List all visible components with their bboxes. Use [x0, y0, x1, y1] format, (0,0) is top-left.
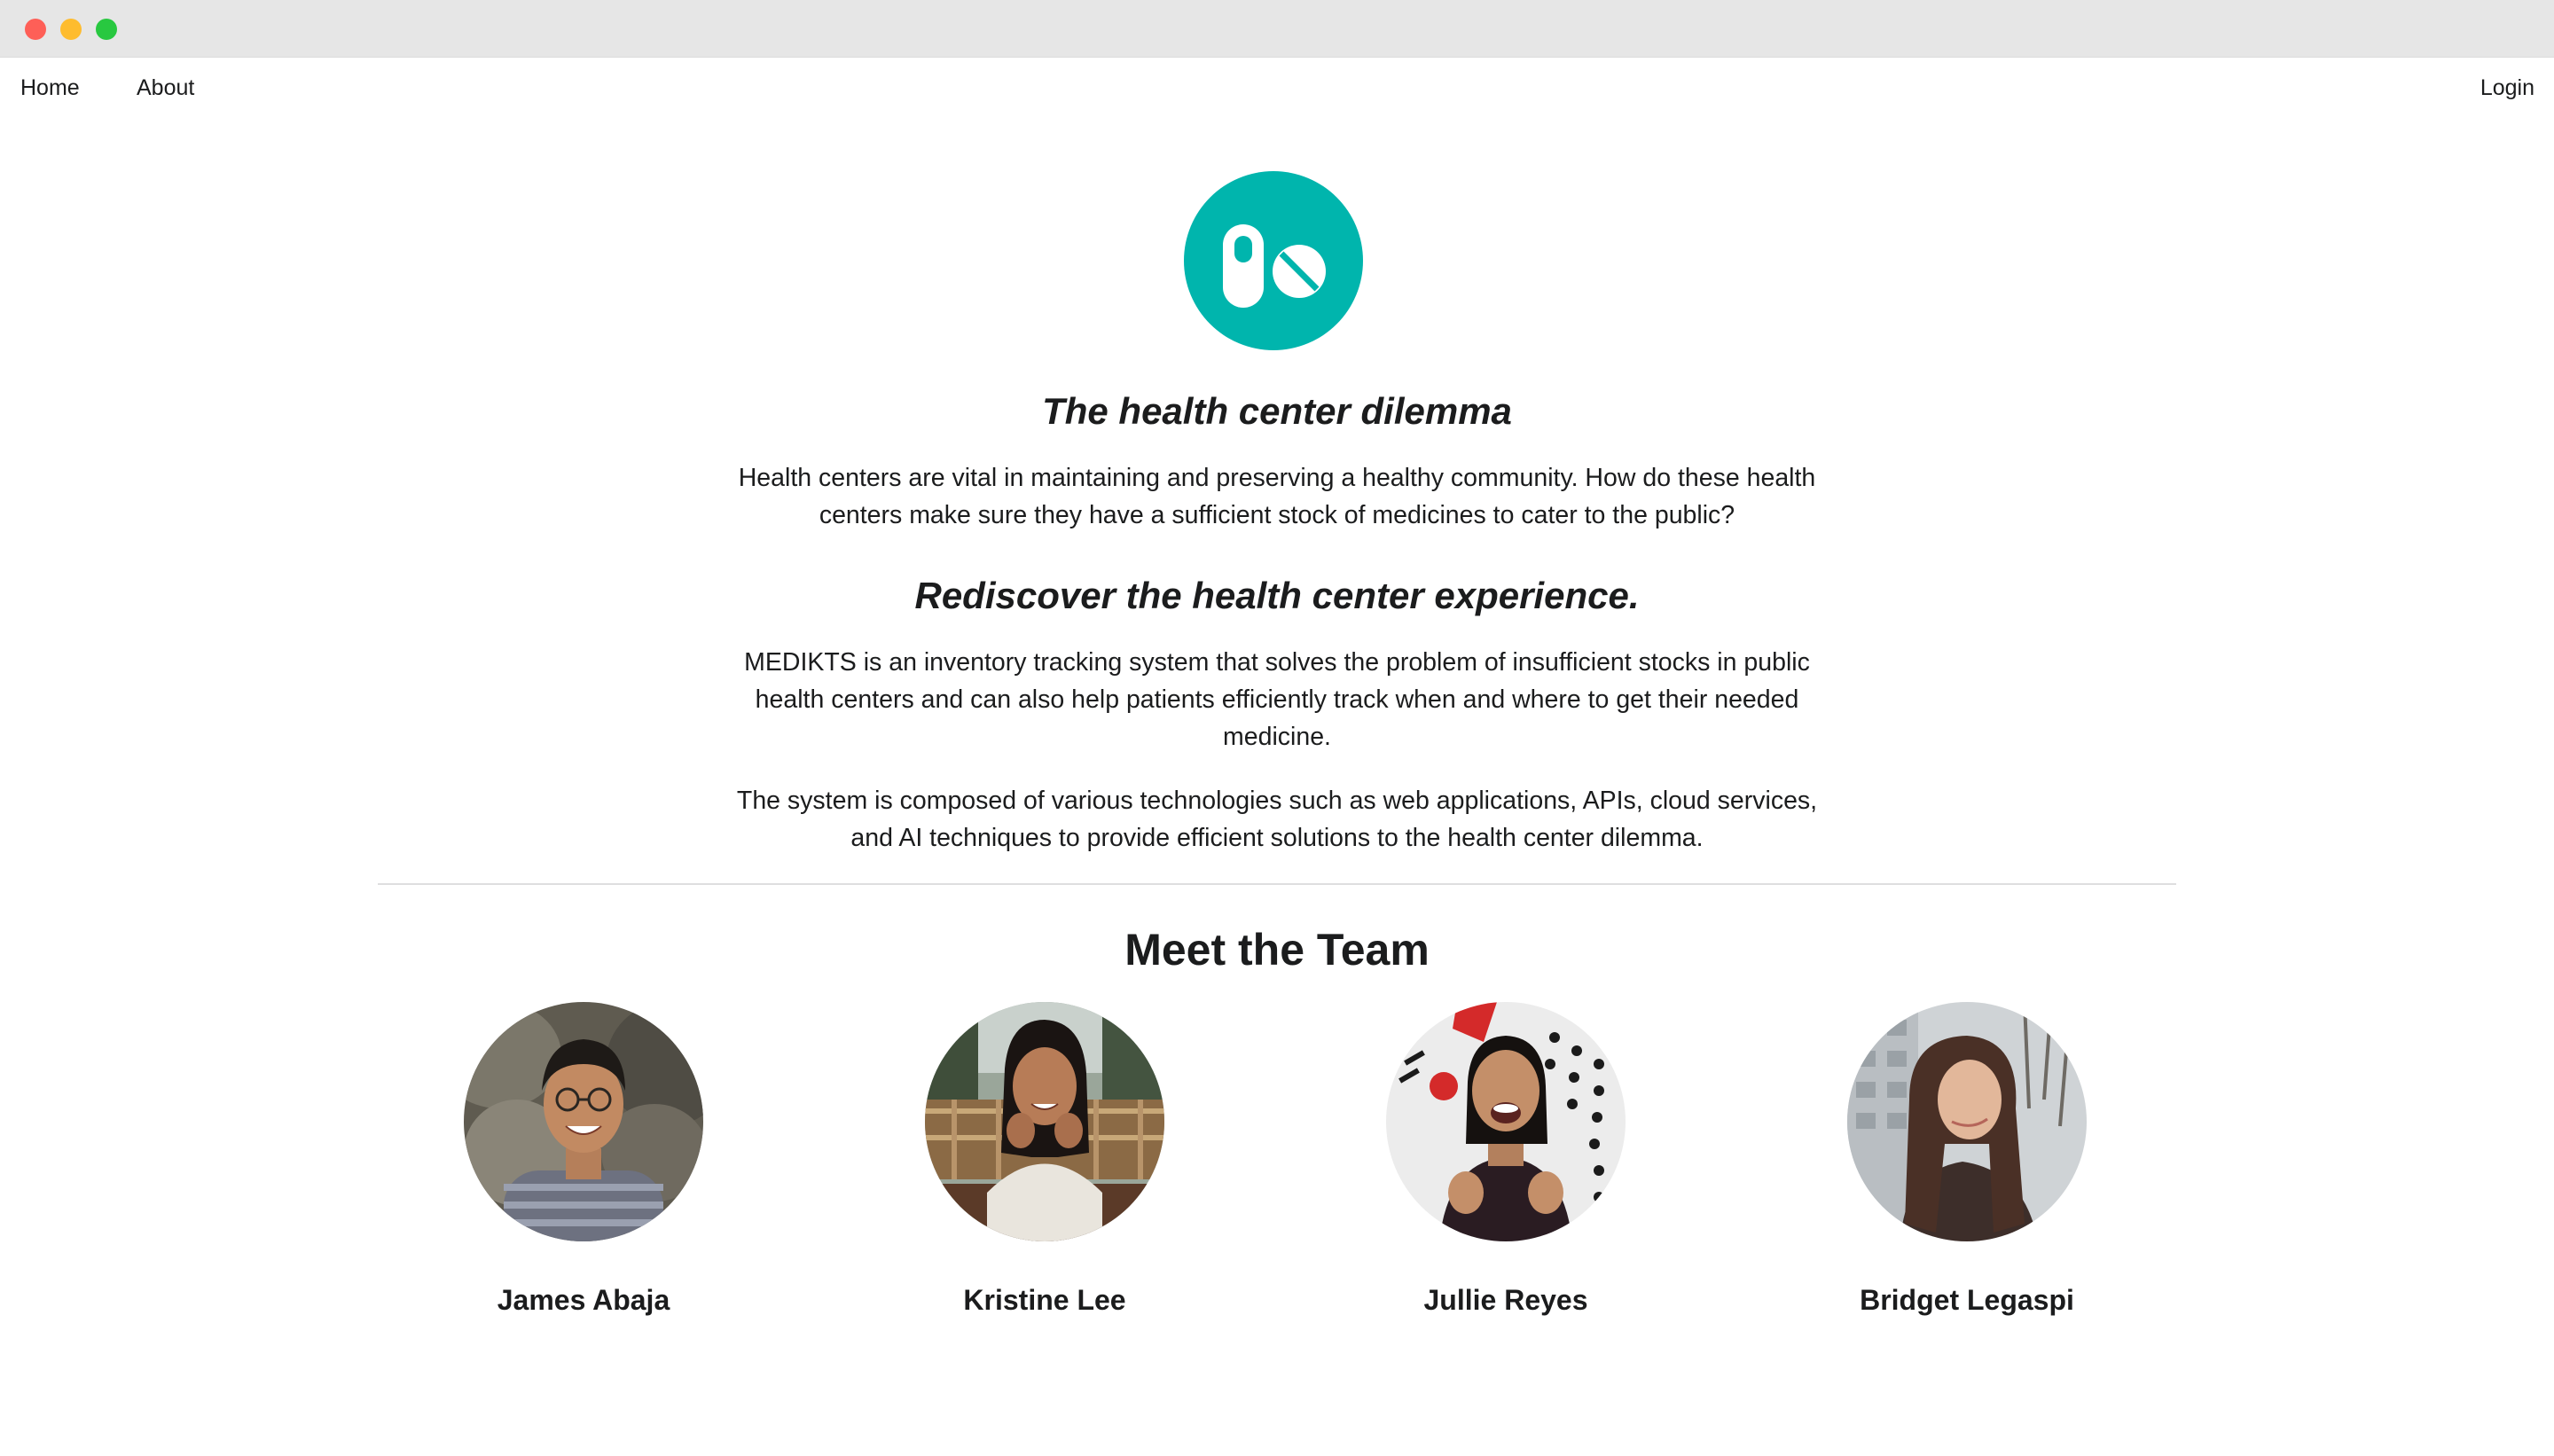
team-member-card: Kristine Lee	[912, 1002, 1178, 1316]
team-member-card: Bridget Legaspi	[1834, 1002, 2100, 1316]
nav-home-link[interactable]: Home	[20, 75, 80, 101]
avatar	[464, 1002, 703, 1241]
nav-about-link[interactable]: About	[137, 75, 194, 101]
browser-window: Home About Login The health center dilem…	[0, 0, 2554, 1456]
section-divider	[378, 883, 2176, 885]
close-window-button[interactable]	[25, 19, 46, 40]
about-paragraph: MEDIKTS is an inventory tracking system …	[744, 648, 1810, 751]
avatar	[1847, 1002, 2087, 1241]
member-name: Bridget Legaspi	[1860, 1284, 2074, 1316]
dilemma-heading: The health center dilemma	[1042, 390, 1512, 432]
member-name: Jullie Reyes	[1423, 1284, 1588, 1316]
top-navbar: Home About Login	[0, 58, 2554, 120]
window-titlebar	[0, 0, 2554, 58]
technology-paragraph: The system is composed of various techno…	[736, 787, 1818, 852]
pills-icon	[1184, 171, 1363, 350]
member-name: Kristine Lee	[963, 1284, 1126, 1316]
nav-login-link[interactable]: Login	[2480, 75, 2534, 101]
minimize-window-button[interactable]	[60, 19, 82, 40]
avatar	[1386, 1002, 1626, 1241]
team-title: Meet the Team	[1124, 925, 1430, 975]
rediscover-heading: Rediscover the health center experience.	[914, 575, 1640, 616]
member-name: James Abaja	[497, 1284, 670, 1316]
team-member-card: Jullie Reyes	[1373, 1002, 1639, 1316]
team-member-card: James Abaja	[450, 1002, 717, 1316]
avatar	[925, 1002, 1164, 1241]
dilemma-paragraph: Health centers are vital in maintaining …	[738, 464, 1816, 529]
maximize-window-button[interactable]	[96, 19, 117, 40]
